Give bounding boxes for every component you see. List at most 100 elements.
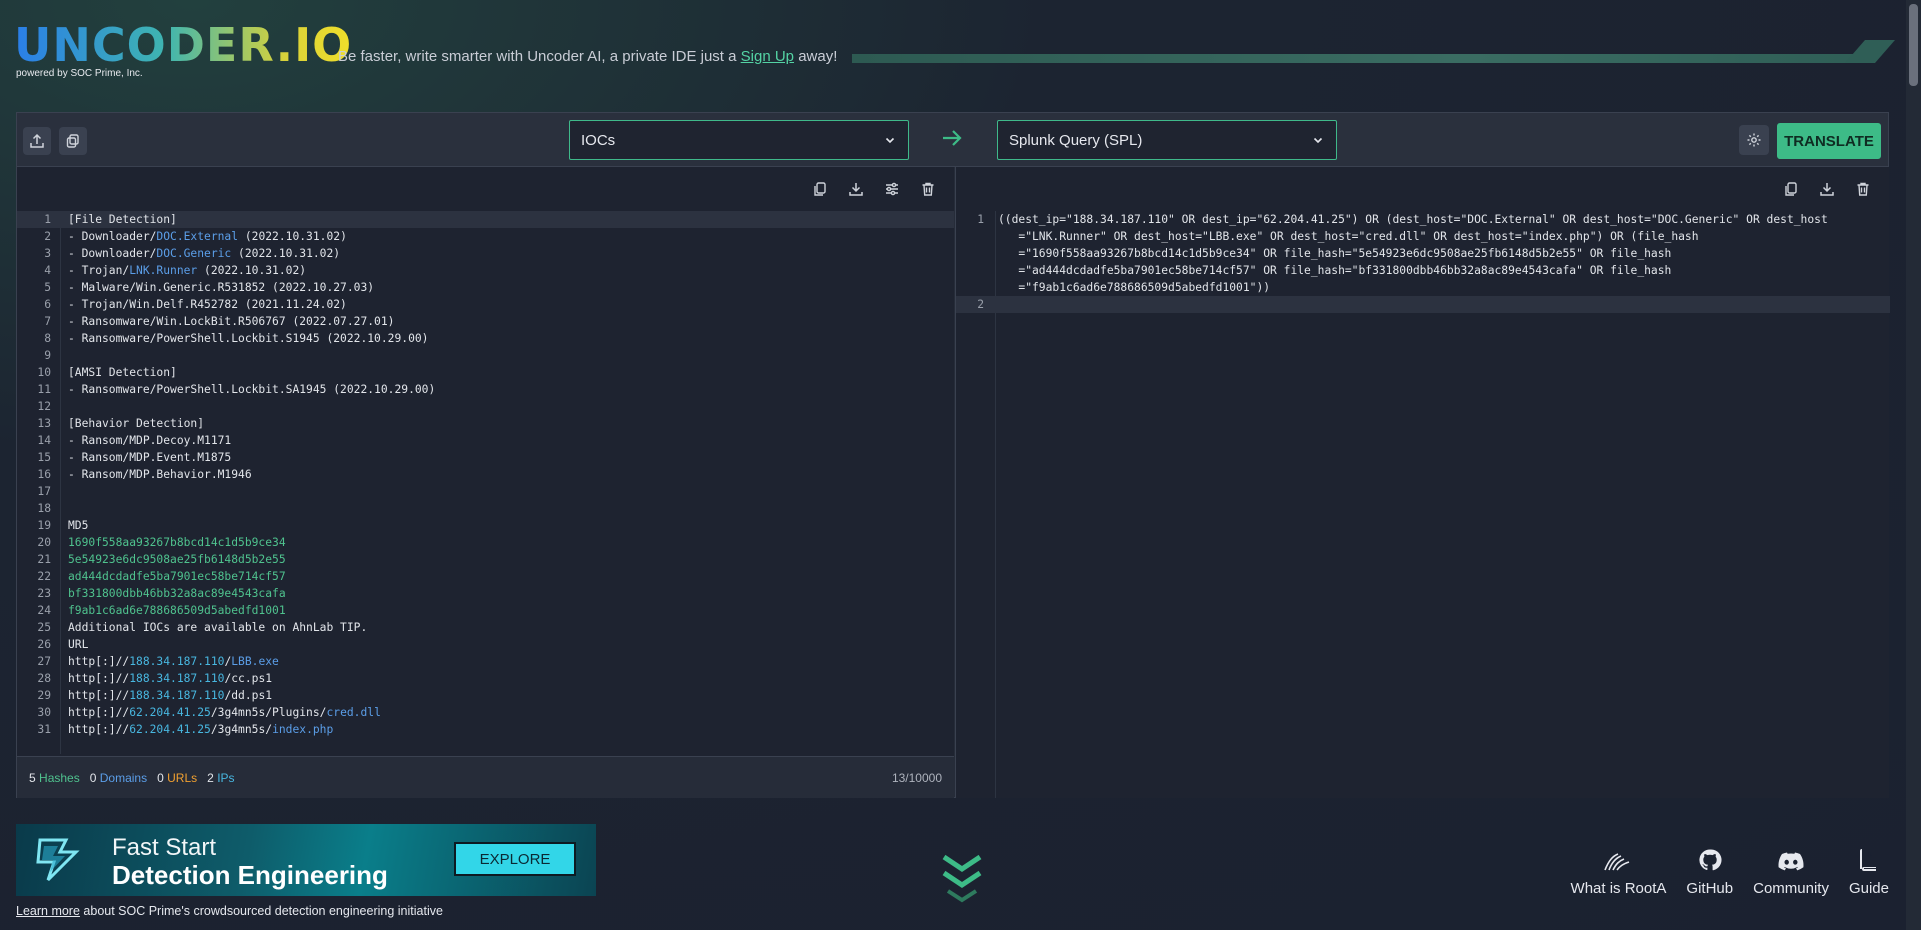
text-token: /dd.ps1: [224, 689, 273, 702]
ioc-token: ad444dcdadfe5ba7901ec58be714cf57: [68, 570, 286, 583]
copy-button[interactable]: [808, 177, 832, 201]
examples-button[interactable]: [59, 127, 87, 155]
code-line[interactable]: 27 http[:]//188.34.187.110/LBB.exe: [17, 653, 954, 670]
code-line[interactable]: 25 Additional IOCs are available on AhnLa…: [17, 619, 954, 636]
line-number: 14: [37, 434, 51, 447]
page-scrollbar[interactable]: [1906, 0, 1921, 930]
line-number: 31: [37, 723, 51, 736]
copy-icon: [814, 182, 826, 196]
code-line[interactable]: 28 http[:]//188.34.187.110/cc.ps1: [17, 670, 954, 687]
urls-stat[interactable]: 0 URLs: [157, 771, 197, 785]
output-line[interactable]: 1 ((dest_ip="188.34.187.110" OR dest_ip="…: [956, 211, 1890, 296]
code-line[interactable]: 30 http[:]//62.204.41.25/3g4mn5s/Plugins/…: [17, 704, 954, 721]
source-select[interactable]: IOCs: [569, 120, 909, 160]
line-number: 27: [37, 655, 51, 668]
code-line[interactable]: 10 [AMSI Detection]: [17, 364, 954, 381]
footer-link-community[interactable]: Community: [1753, 846, 1829, 897]
line-number: 29: [37, 689, 51, 702]
tagline: Be faster, write smarter with Uncoder AI…: [338, 48, 837, 65]
code-line[interactable]: 19 MD5: [17, 517, 954, 534]
code-line[interactable]: 5 - Malware/Win.Generic.R531852 (2022.10.…: [17, 279, 954, 296]
logo[interactable]: UNCODER.IO: [14, 22, 352, 68]
code-line[interactable]: 1 [File Detection]: [17, 211, 954, 228]
code-line[interactable]: 4 - Trojan/LNK.Runner (2022.10.31.02): [17, 262, 954, 279]
target-select[interactable]: Splunk Query (SPL): [997, 120, 1337, 160]
output-editor[interactable]: 1 ((dest_ip="188.34.187.110" OR dest_ip="…: [955, 167, 1890, 798]
urls-count: 0: [157, 770, 164, 785]
input-code[interactable]: 1 [File Detection] 2 - Downloader/DOC.Exter…: [17, 211, 954, 738]
text-token: http[:]//: [68, 689, 130, 702]
line-number: 17: [37, 485, 51, 498]
domains-stat[interactable]: 0 Domains: [90, 771, 147, 785]
settings-button[interactable]: [1739, 125, 1769, 155]
code-line[interactable]: 23 bf331800dbb46bb32a8ac89e4543cafa: [17, 585, 954, 602]
text-token: /cc.ps1: [224, 672, 273, 685]
line-text: f9ab1c6ad6e788686509d5abedfd1001: [68, 602, 286, 619]
ioc-token: 5e54923e6dc9508ae25fb6148d5b2e55: [68, 553, 286, 566]
footer-link-github[interactable]: GitHub: [1686, 846, 1733, 897]
download-button[interactable]: [844, 177, 868, 201]
line-number: 15: [37, 451, 51, 464]
text-token: URL: [68, 638, 89, 651]
text-token: http[:]//: [68, 655, 130, 668]
header-decor-end: [1845, 40, 1895, 63]
line-number: 5: [44, 281, 51, 294]
code-line[interactable]: 3 - Downloader/DOC.Generic (2022.10.31.02…: [17, 245, 954, 262]
translate-button[interactable]: TRANSLATE: [1777, 123, 1881, 159]
line-text: [AMSI Detection]: [68, 364, 177, 381]
explore-button[interactable]: EXPLORE: [454, 842, 576, 876]
code-line[interactable]: 2 - Downloader/DOC.External (2022.10.31.0…: [17, 228, 954, 245]
code-line[interactable]: 18: [17, 500, 954, 517]
code-line[interactable]: 24 f9ab1c6ad6e788686509d5abedfd1001: [17, 602, 954, 619]
header-decor: [852, 54, 1872, 63]
code-line[interactable]: 14 - Ransom/MDP.Decoy.M1171: [17, 432, 954, 449]
footer-link-guide-label: Guide: [1848, 880, 1889, 897]
clear-output-button[interactable]: [1851, 177, 1875, 201]
code-line[interactable]: 8 - Ransomware/PowerShell.Lockbit.S1945 (…: [17, 330, 954, 347]
copy-output-button[interactable]: [1779, 177, 1803, 201]
hashes-stat[interactable]: 5 Hashes: [29, 771, 80, 785]
code-line[interactable]: 7 - Ransomware/Win.LockBit.R506767 (2022.…: [17, 313, 954, 330]
footer-link-roota[interactable]: What is RootA: [1571, 846, 1666, 897]
urls-label: URLs: [167, 770, 198, 785]
ioc-stats-bar: 5 Hashes 0 Domains 0 URLs 2 IPs 13/10000: [17, 756, 954, 798]
line-number: 16: [37, 468, 51, 481]
footer-link-guide[interactable]: Guide: [1849, 846, 1889, 897]
learn-more-link[interactable]: Learn more: [16, 904, 80, 918]
filter-button[interactable]: [880, 177, 904, 201]
char-counter: 13/10000: [891, 770, 942, 785]
scroll-thumb[interactable]: [1909, 4, 1918, 86]
code-line[interactable]: 16 - Ransom/MDP.Behavior.M1946: [17, 466, 954, 483]
code-line[interactable]: 17: [17, 483, 954, 500]
code-line[interactable]: 21 5e54923e6dc9508ae25fb6148d5b2e55: [17, 551, 954, 568]
code-line[interactable]: 12: [17, 398, 954, 415]
code-line[interactable]: 11 - Ransomware/PowerShell.Lockbit.SA1945…: [17, 381, 954, 398]
upload-button[interactable]: [23, 127, 51, 155]
download-output-button[interactable]: [1815, 177, 1839, 201]
code-line[interactable]: 13 [Behavior Detection]: [17, 415, 954, 432]
domains-count: 0: [89, 770, 97, 785]
output-line[interactable]: 2: [956, 296, 1890, 313]
code-line[interactable]: 29 http[:]//188.34.187.110/dd.ps1: [17, 687, 954, 704]
code-line[interactable]: 9: [17, 347, 954, 364]
sign-up-link[interactable]: Sign Up: [741, 48, 794, 65]
code-line[interactable]: 26 URL: [17, 636, 954, 653]
text-token: /3g4mn5s/: [210, 723, 273, 736]
ips-stat[interactable]: 2 IPs: [207, 771, 234, 785]
promo-banner[interactable]: Fast Start Detection Engineering EXPLORE: [16, 824, 596, 896]
line-number: 2: [977, 298, 984, 311]
line-text: Additional IOCs are available on AhnLab …: [68, 619, 367, 636]
ips-label: IPs: [217, 770, 235, 785]
ioc-token: bf331800dbb46bb32a8ac89e4543cafa: [68, 587, 286, 600]
code-line[interactable]: 22 ad444dcdadfe5ba7901ec58be714cf57: [17, 568, 954, 585]
text-token: [AMSI Detection]: [68, 366, 177, 379]
code-line[interactable]: 31 http[:]//62.204.41.25/3g4mn5s/index.ph…: [17, 721, 954, 738]
code-line[interactable]: 15 - Ransom/MDP.Event.M1875: [17, 449, 954, 466]
scroll-down-icon[interactable]: [940, 853, 984, 909]
code-line[interactable]: 20 1690f558aa93267b8bcd14c1d5b9ce34: [17, 534, 954, 551]
clear-button[interactable]: [916, 177, 940, 201]
code-line[interactable]: 6 - Trojan/Win.Delf.R452782 (2021.11.24.0…: [17, 296, 954, 313]
output-code[interactable]: 1 ((dest_ip="188.34.187.110" OR dest_ip="…: [956, 211, 1890, 313]
download-icon: [849, 183, 863, 196]
input-editor[interactable]: 1 [File Detection] 2 - Downloader/DOC.Exter…: [17, 167, 954, 798]
